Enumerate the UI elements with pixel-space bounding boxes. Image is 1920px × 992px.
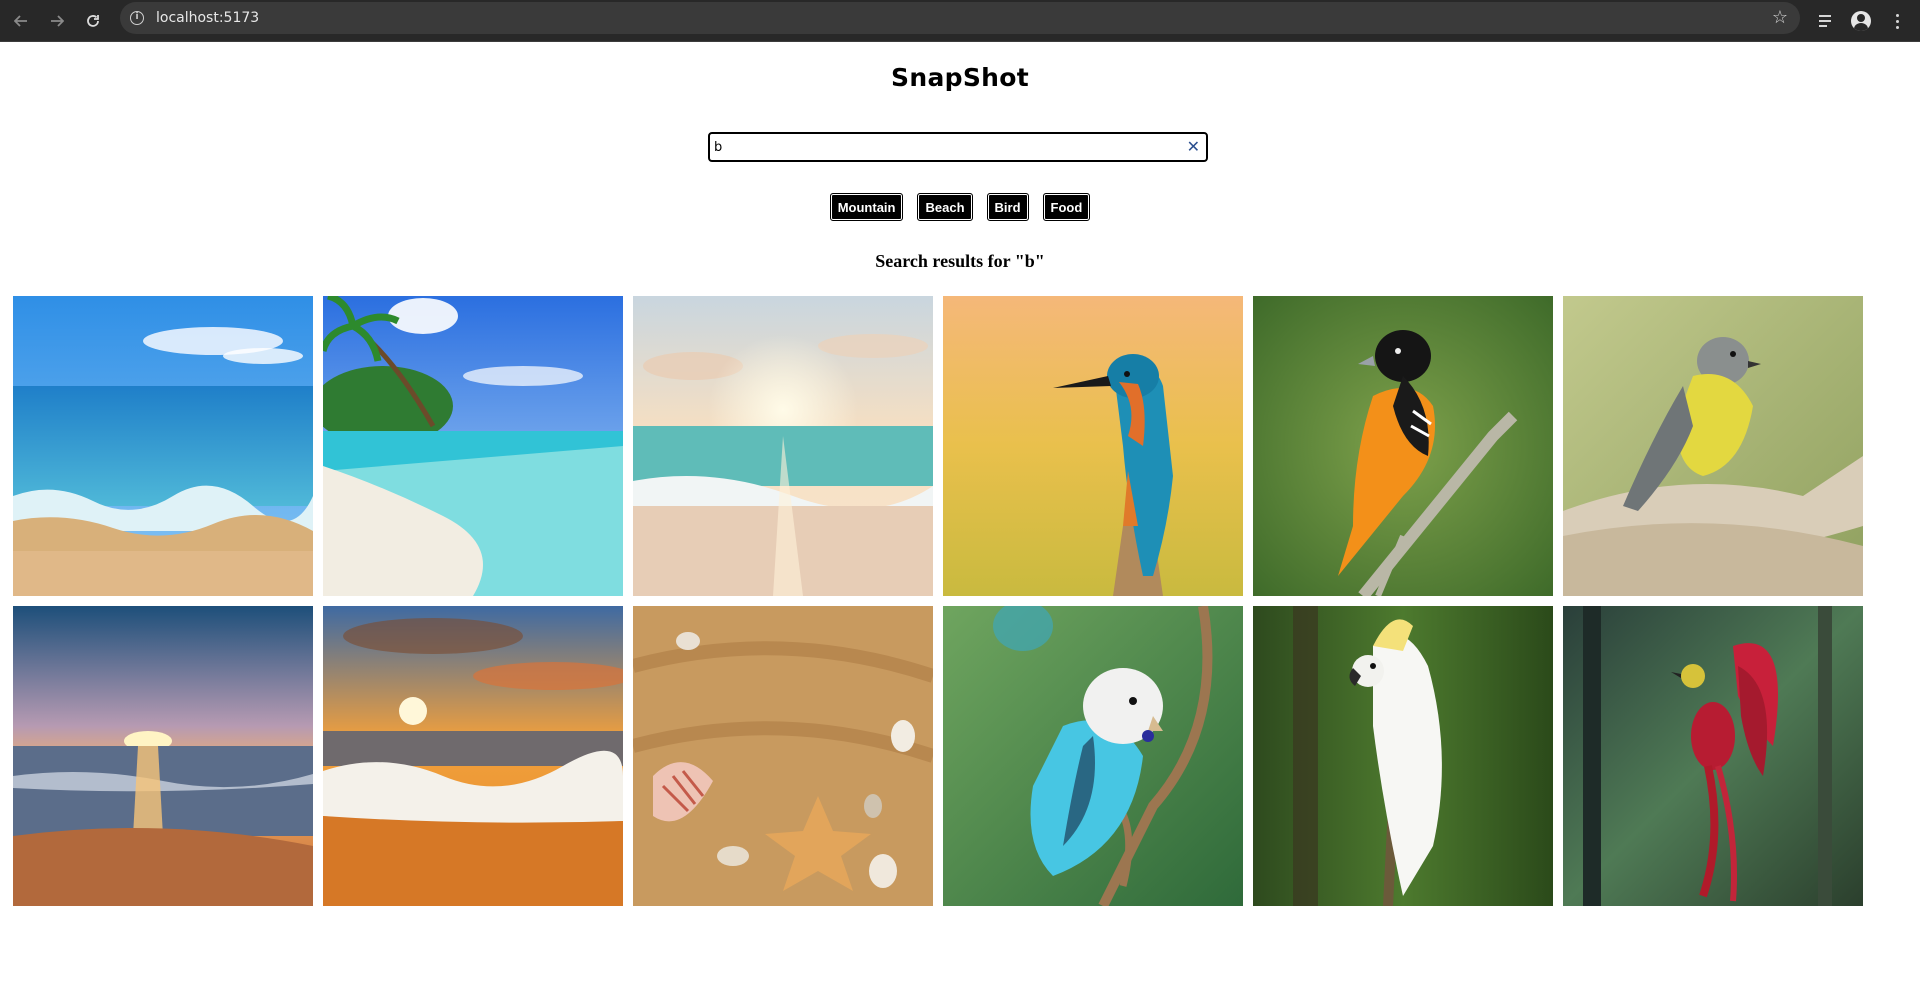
gallery-image-bird-of-paradise[interactable]: [1563, 606, 1863, 906]
clear-search-icon[interactable]: ✕: [1187, 137, 1200, 156]
bookmark-star-icon[interactable]: ☆: [1772, 7, 1788, 28]
forward-icon[interactable]: [42, 6, 72, 36]
gallery-image-beach-waves[interactable]: [13, 296, 313, 596]
gallery-image-budgerigar[interactable]: [943, 606, 1243, 906]
gallery-image-yellow-robin[interactable]: [1563, 296, 1863, 596]
search-box: ✕: [708, 132, 1208, 162]
gallery-image-seashells[interactable]: [633, 606, 933, 906]
profile-icon[interactable]: [1846, 6, 1876, 36]
address-url: localhost:5173: [156, 10, 260, 26]
filter-mountain-button[interactable]: Mountain: [829, 193, 904, 221]
gallery-image-tropical-beach[interactable]: [323, 296, 623, 596]
search-input[interactable]: [714, 136, 1184, 158]
filter-bird-button[interactable]: Bird: [986, 193, 1029, 221]
page-title: SnapShot: [891, 63, 1029, 92]
address-bar[interactable]: i localhost:5173 ☆: [120, 2, 1800, 34]
back-icon[interactable]: [6, 6, 36, 36]
gallery-image-sunrise-shore[interactable]: [633, 296, 933, 596]
gallery-image-oriole[interactable]: [1253, 296, 1553, 596]
menu-icon[interactable]: [1882, 6, 1912, 36]
filter-beach-button[interactable]: Beach: [917, 193, 973, 221]
media-controls-icon[interactable]: [1812, 6, 1842, 36]
results-heading: Search results for "b": [875, 251, 1045, 271]
category-filters: Mountain Beach Bird Food: [0, 193, 1920, 221]
browser-toolbar: i localhost:5173 ☆: [0, 0, 1920, 42]
gallery-image-kingfisher[interactable]: [943, 296, 1243, 596]
gallery-image-ocean-sunset[interactable]: [13, 606, 313, 906]
image-gallery: [13, 296, 1863, 906]
gallery-image-cockatoo[interactable]: [1253, 606, 1553, 906]
site-info-icon[interactable]: i: [130, 11, 144, 25]
filter-food-button[interactable]: Food: [1042, 193, 1091, 221]
reload-icon[interactable]: [78, 6, 108, 36]
gallery-image-orange-sunset-waves[interactable]: [323, 606, 623, 906]
